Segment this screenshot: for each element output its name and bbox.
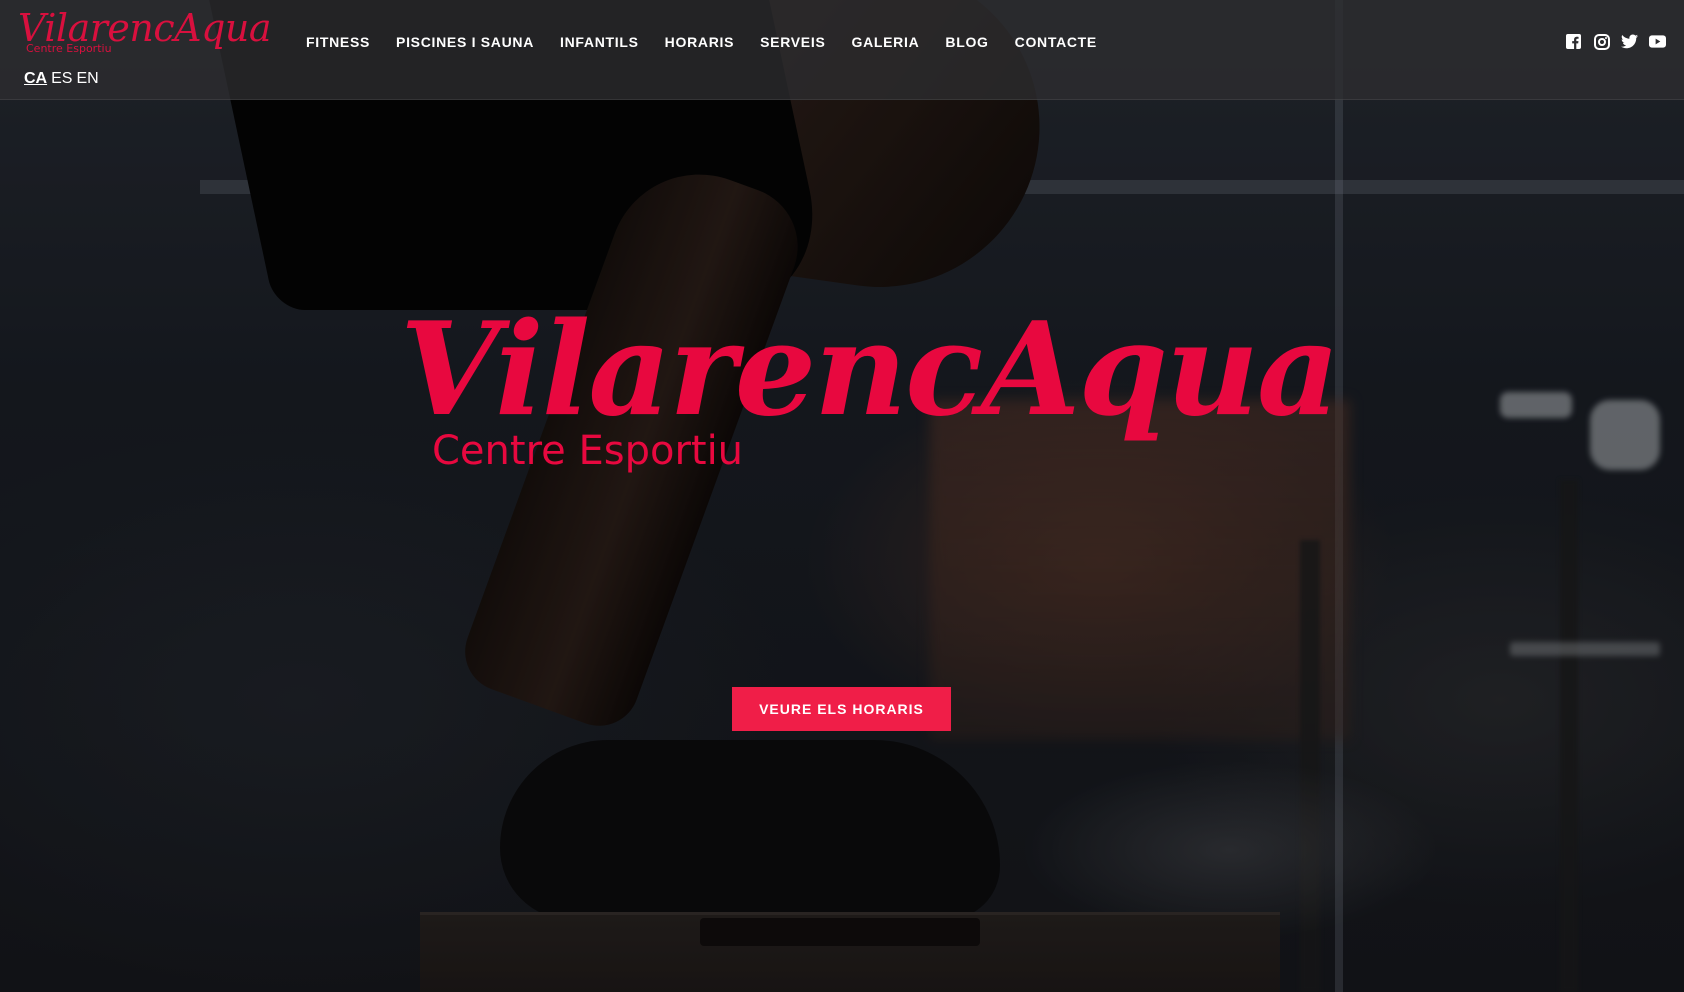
page: VilarencAqua Centre Esportiu FITNESS PIS… — [0, 0, 1684, 992]
nav-item-piscines-i-sauna[interactable]: PISCINES I SAUNA — [396, 34, 534, 50]
nav-item-horaris[interactable]: HORARIS — [665, 34, 734, 50]
site-header: VilarencAqua Centre Esportiu FITNESS PIS… — [0, 0, 1684, 100]
hero-subtitle: Centre Esportiu — [432, 428, 744, 474]
language-es[interactable]: ES — [51, 70, 72, 88]
nav-item-infantils[interactable]: INFANTILS — [560, 34, 639, 50]
view-schedules-button[interactable]: VEURE ELS HORARIS — [732, 687, 951, 731]
twitter-icon[interactable] — [1621, 33, 1638, 50]
nav-item-contacte[interactable]: CONTACTE — [1015, 34, 1097, 50]
site-logo[interactable]: VilarencAqua Centre Esportiu — [18, 6, 272, 56]
facebook-icon[interactable] — [1565, 33, 1582, 50]
language-ca[interactable]: CA — [24, 70, 47, 88]
nav-item-galeria[interactable]: GALERIA — [851, 34, 919, 50]
youtube-icon[interactable] — [1649, 33, 1666, 50]
nav-item-serveis[interactable]: SERVEIS — [760, 34, 825, 50]
instagram-icon[interactable] — [1593, 33, 1610, 50]
language-en[interactable]: EN — [76, 70, 98, 88]
main-nav: FITNESS PISCINES I SAUNA INFANTILS HORAR… — [306, 34, 1097, 50]
social-links — [1565, 33, 1666, 50]
hero-overlay — [0, 0, 1684, 992]
nav-item-blog[interactable]: BLOG — [945, 34, 988, 50]
nav-item-fitness[interactable]: FITNESS — [306, 34, 370, 50]
hero-title: VilarencAqua — [400, 295, 1340, 445]
logo-subtitle: Centre Esportiu — [26, 42, 112, 55]
language-switcher: CA ES EN — [24, 70, 99, 88]
